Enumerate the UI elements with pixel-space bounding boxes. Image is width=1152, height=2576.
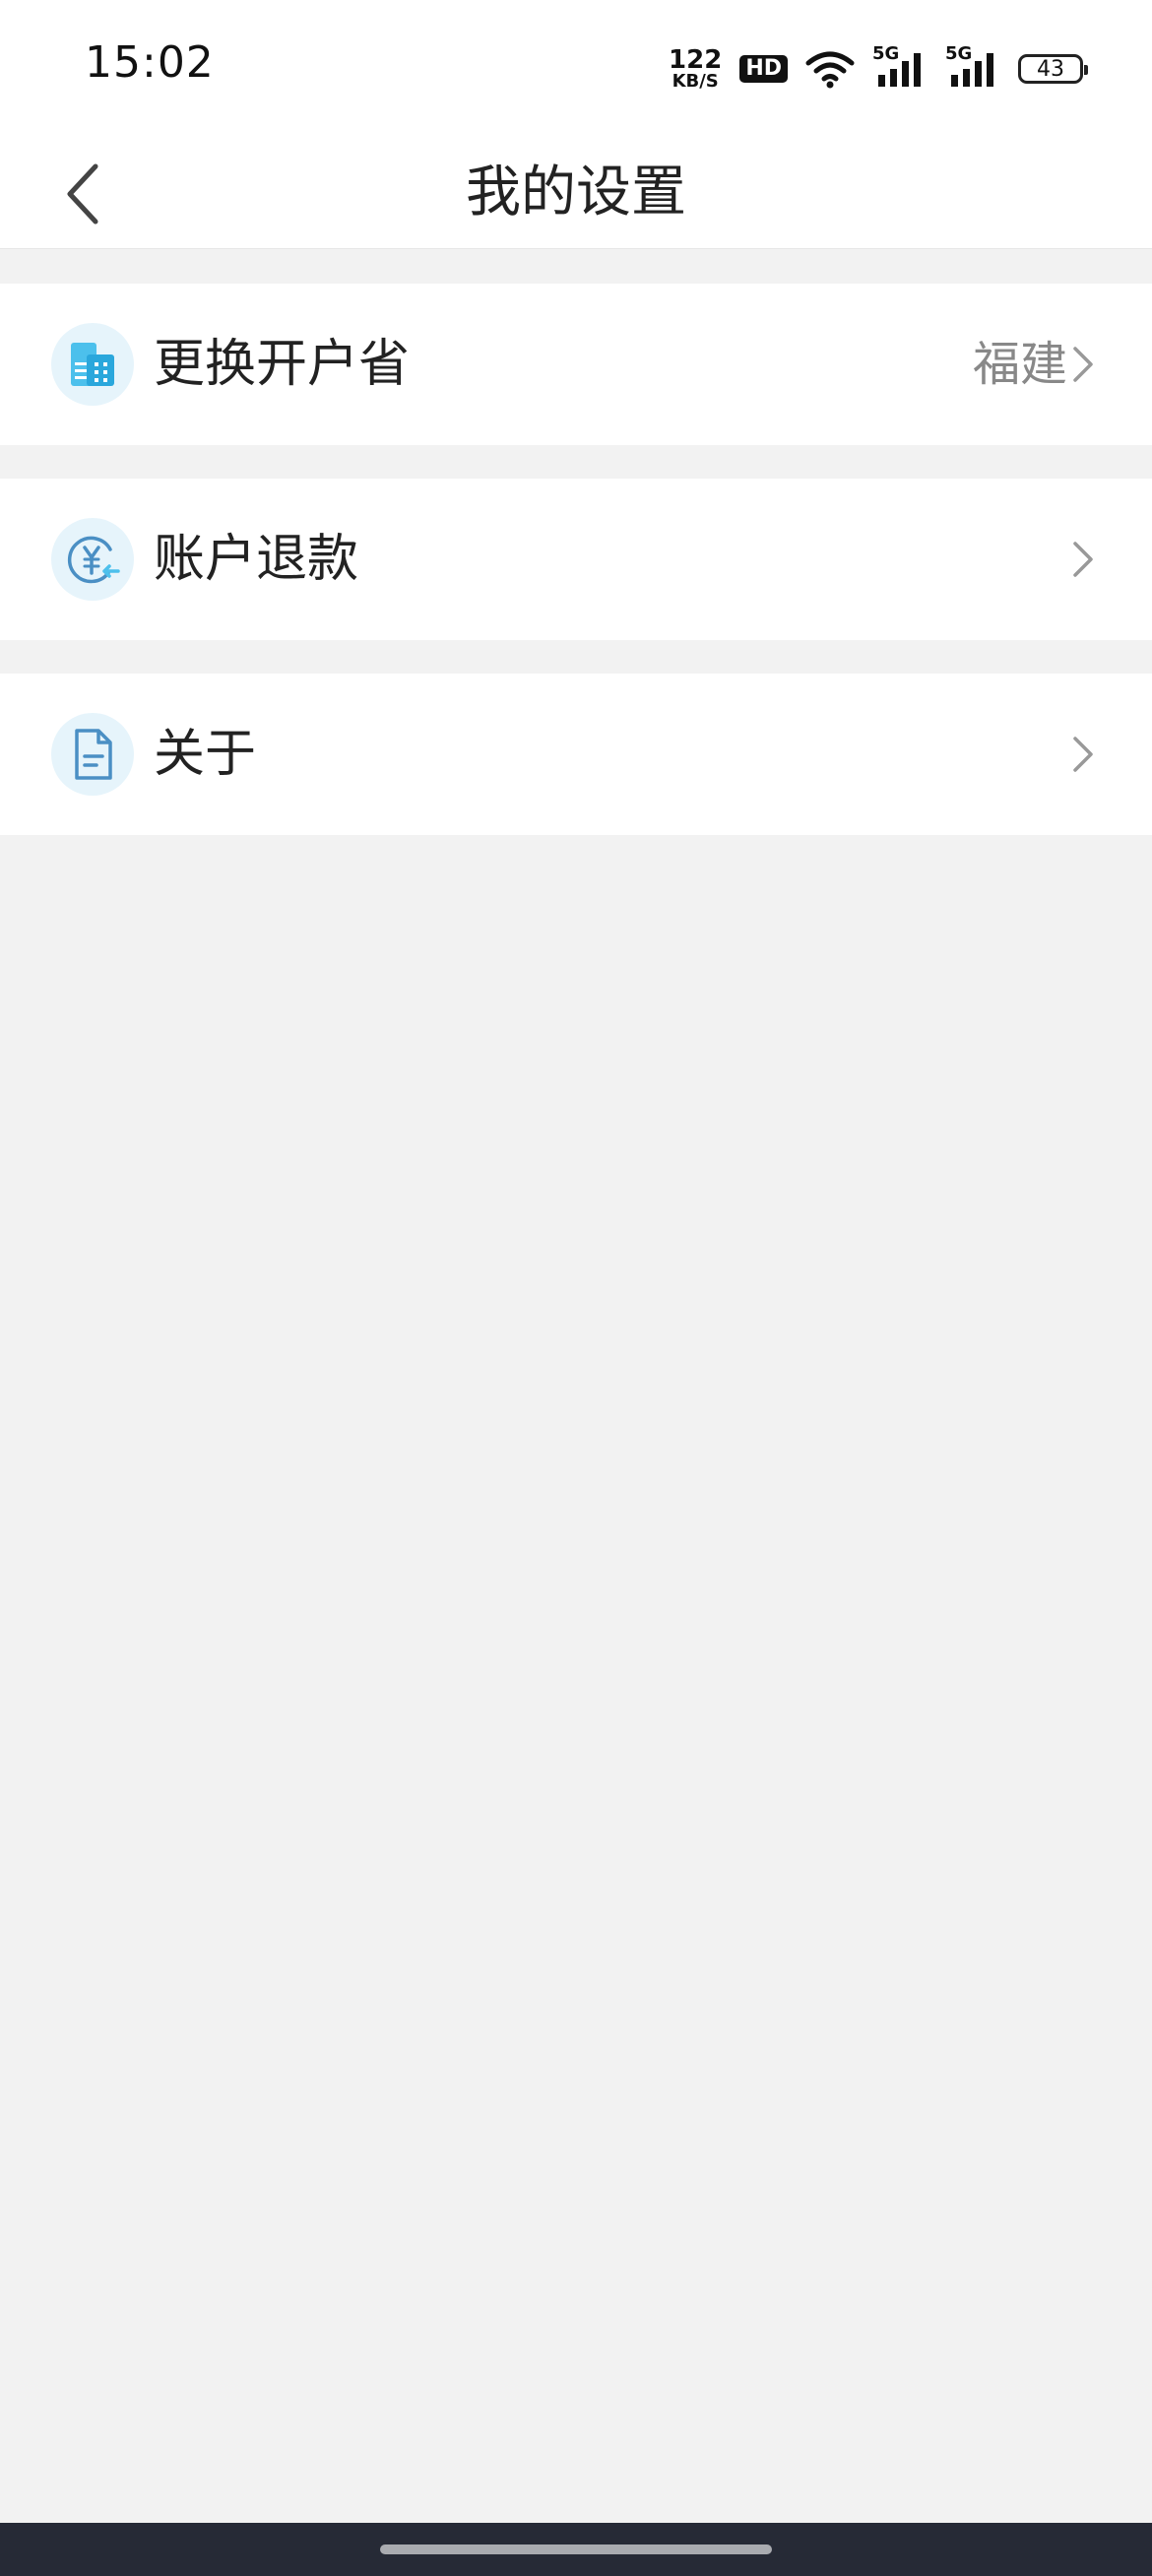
menu-item-label: 账户退款 — [154, 530, 359, 589]
document-icon — [51, 713, 134, 796]
menu-item-account-refund[interactable]: 账户退款 — [0, 479, 1152, 640]
status-bar: 15:02 122 KB/S HD 5G 5G 43 — [0, 0, 1152, 138]
chevron-left-icon — [67, 163, 98, 225]
signal-5g-icon-1: 5G — [872, 43, 928, 89]
wifi-icon — [805, 51, 855, 89]
net-speed-value: 122 — [669, 45, 723, 75]
status-icons: 122 KB/S HD 5G 5G 43 — [669, 41, 1088, 97]
system-navigation-bar — [0, 2523, 1152, 2576]
nav-bar: 我的设置 — [0, 138, 1152, 249]
chevron-right-icon — [1063, 735, 1103, 774]
page-title: 我的设置 — [466, 161, 686, 225]
chevron-right-icon — [1063, 540, 1103, 579]
menu-item-label: 更换开户省 — [154, 335, 411, 394]
chevron-right-icon — [1063, 345, 1103, 384]
battery-icon: 43 — [1018, 54, 1088, 84]
menu-item-change-province[interactable]: 更换开户省 福建 — [0, 284, 1152, 445]
status-time: 15:02 — [85, 37, 215, 88]
net-speed-unit: KB/S — [672, 71, 719, 92]
hd-voice-icon: HD — [739, 55, 788, 83]
menu-item-about[interactable]: 关于 — [0, 674, 1152, 835]
current-province-value: 福建 — [972, 337, 1067, 392]
battery-level: 43 — [1037, 56, 1064, 82]
net-speed: 122 KB/S — [669, 47, 722, 91]
signal-5g-icon-2: 5G — [945, 43, 1000, 89]
building-icon — [51, 323, 134, 406]
menu-item-label: 关于 — [154, 725, 257, 784]
refund-yuan-icon — [51, 518, 134, 601]
back-button[interactable] — [49, 160, 118, 228]
home-indicator[interactable] — [380, 2544, 772, 2554]
